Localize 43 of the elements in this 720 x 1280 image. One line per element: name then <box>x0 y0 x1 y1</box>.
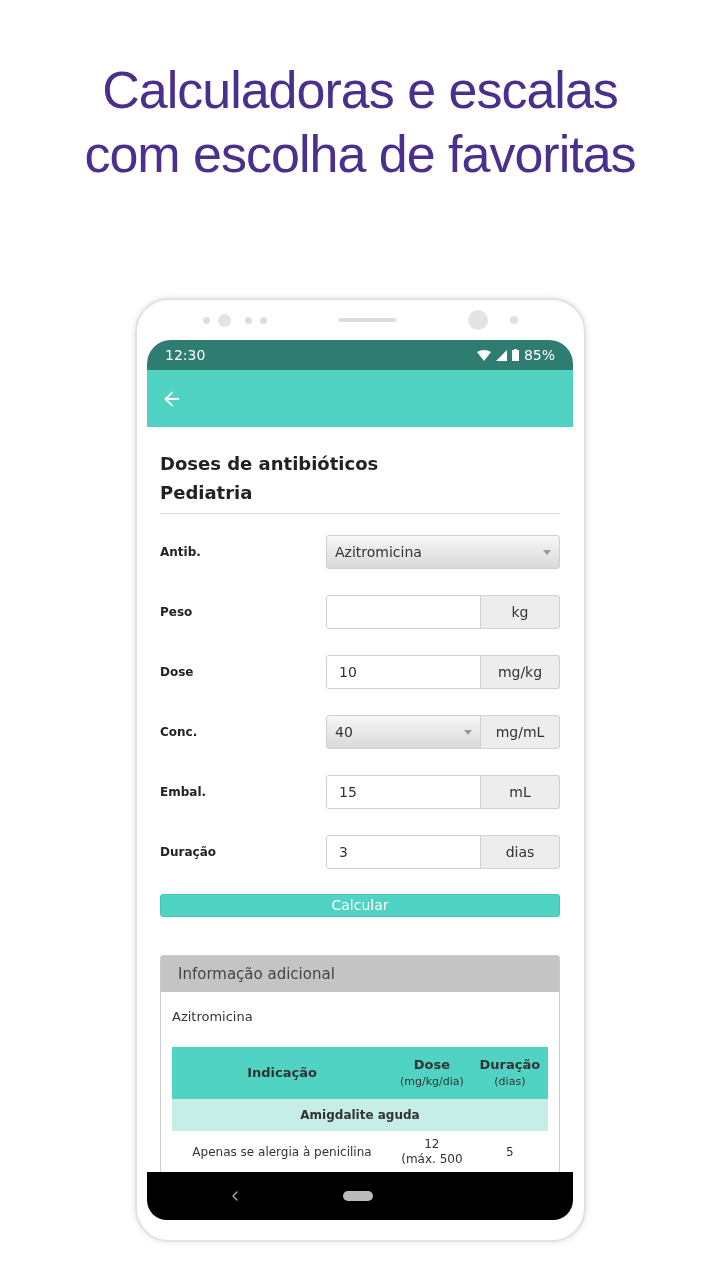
page-title: Doses de antibióticos <box>160 452 380 476</box>
wifi-icon <box>476 349 491 361</box>
column-header: Dose (mg/kg/dia) <box>392 1046 472 1099</box>
input-field[interactable]: 15 <box>326 775 481 809</box>
dropdown[interactable]: Azitromicina <box>326 535 560 569</box>
table-cell: Apenas se alergia à penicilina <box>172 1130 392 1172</box>
field-label: Conc. <box>160 724 198 741</box>
table-cell: 12 (máx. 500 <box>392 1130 472 1172</box>
page-title: Pediatria <box>160 481 254 505</box>
camera-icon <box>467 310 488 330</box>
unit-label: dias <box>481 835 560 869</box>
unit-label: kg <box>481 595 560 629</box>
battery-level: 85% <box>523 345 555 365</box>
group-row: Amigdalite aguda <box>172 1098 548 1131</box>
column-header: Indicação <box>172 1046 392 1099</box>
field-label: Antib. <box>160 544 201 561</box>
input-field[interactable] <box>326 595 481 629</box>
home-button[interactable] <box>343 1191 373 1201</box>
unit-label: mL <box>481 775 560 809</box>
dropdown[interactable]: 40 <box>326 715 481 749</box>
camera-icon <box>217 313 231 327</box>
card-header: Informação adicional <box>161 956 559 992</box>
headline: Calculadoras e escalas <box>102 60 618 121</box>
column-header: Duração (dias) <box>471 1046 548 1099</box>
sensor-icon <box>202 316 210 324</box>
sensor-icon <box>509 316 518 324</box>
unit-label: mg/kg <box>481 655 560 689</box>
field-label: Embal. <box>160 784 207 801</box>
drug-name: Azitromicina <box>172 1008 254 1026</box>
input-field[interactable]: 10 <box>326 655 481 689</box>
field-label: Dose <box>160 664 194 681</box>
clock: 12:30 <box>165 345 206 365</box>
field-label: Peso <box>160 604 193 621</box>
caret-icon <box>543 549 551 555</box>
signal-icon <box>495 349 507 361</box>
input-field[interactable]: 3 <box>326 835 481 869</box>
unit-label: mg/mL <box>481 715 560 749</box>
caret-icon <box>464 729 472 735</box>
speaker-icon <box>338 318 396 322</box>
battery-icon <box>511 349 519 361</box>
headline: com escolha de favoritas <box>84 124 636 185</box>
table-cell: 5 <box>471 1130 548 1172</box>
field-label: Duração <box>160 844 216 861</box>
